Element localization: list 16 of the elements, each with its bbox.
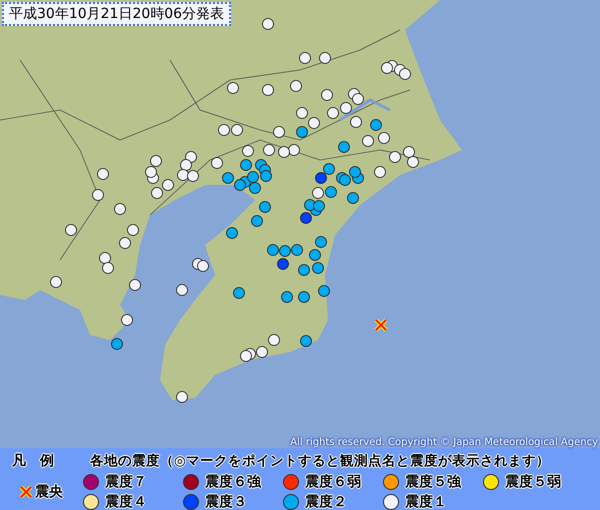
intensity-label: 震度７ [105, 473, 147, 491]
intensity-label: 震度６弱 [305, 473, 361, 491]
intensity-label: 震度２ [305, 493, 347, 510]
epicenter-cross-icon [374, 318, 388, 332]
epicenter-cross-icon [20, 486, 32, 498]
legend-heading: 各地の震度（◎マークをポイントすると観測点名と震度が表示されます） [88, 452, 551, 470]
intensity-label: 震度４ [105, 493, 147, 510]
intensity-label: 震度１ [405, 493, 447, 510]
intensity-label: 震度５強 [405, 473, 461, 491]
epicenter-label: 震央 [35, 483, 63, 501]
copyright-text: All rights reserved. Copyright © Japan Meteorological Agency [290, 437, 598, 448]
intensity-label: 震度６強 [205, 473, 261, 491]
intensity-label: 震度５弱 [505, 473, 561, 491]
legend-label: 凡 例 [10, 452, 55, 470]
announcement-time: 平成30年10月21日20時06分発表 [2, 2, 232, 26]
intensity-label: 震度３ [205, 493, 247, 510]
